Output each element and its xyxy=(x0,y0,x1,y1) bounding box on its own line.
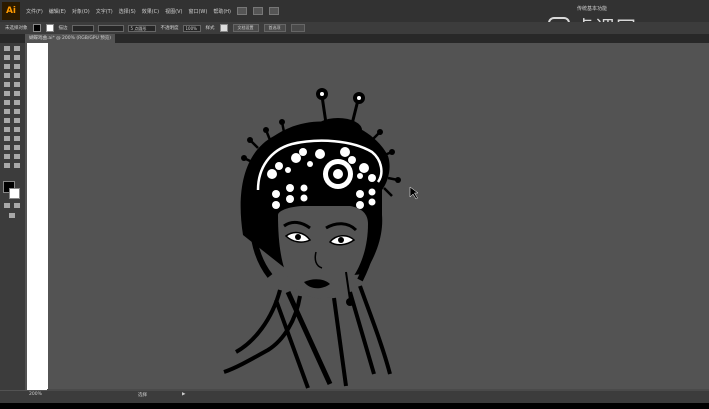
right-pupil xyxy=(338,237,344,243)
spike-tip xyxy=(247,137,253,143)
canvas-artwork xyxy=(223,88,419,389)
zoom-level[interactable]: 200% xyxy=(29,392,42,397)
collar-line xyxy=(285,290,333,386)
illustrator-window: Ai 文件(F) 编辑(E) 对象(O) 文字(T) 选择(S) 效果(C) 视… xyxy=(0,0,709,403)
spike-tip xyxy=(377,129,383,135)
opera-face-illustration xyxy=(223,88,401,389)
robe-line xyxy=(358,285,392,375)
robe-line xyxy=(348,291,376,375)
letterbox-bottom xyxy=(0,403,709,409)
cursor-arrow-icon xyxy=(409,186,419,200)
hair-bun xyxy=(314,118,362,142)
status-bar: 200% 选择 ▶ xyxy=(0,391,709,403)
spike-tip xyxy=(241,155,247,161)
spike-tip xyxy=(389,149,395,155)
headdress-pom-center xyxy=(320,92,324,96)
spike-tip xyxy=(395,177,401,183)
status-menu-arrow[interactable]: ▶ xyxy=(182,392,185,397)
collar-line xyxy=(274,299,310,389)
center-ornament-inner xyxy=(333,169,343,179)
spike-tip xyxy=(263,127,269,133)
current-tool-status[interactable]: 选择 xyxy=(138,392,147,398)
headdress-pom-center xyxy=(357,96,361,100)
costume-line xyxy=(234,289,282,354)
collar-line xyxy=(332,297,348,387)
left-pupil xyxy=(295,234,301,240)
spike-tip xyxy=(279,119,285,125)
